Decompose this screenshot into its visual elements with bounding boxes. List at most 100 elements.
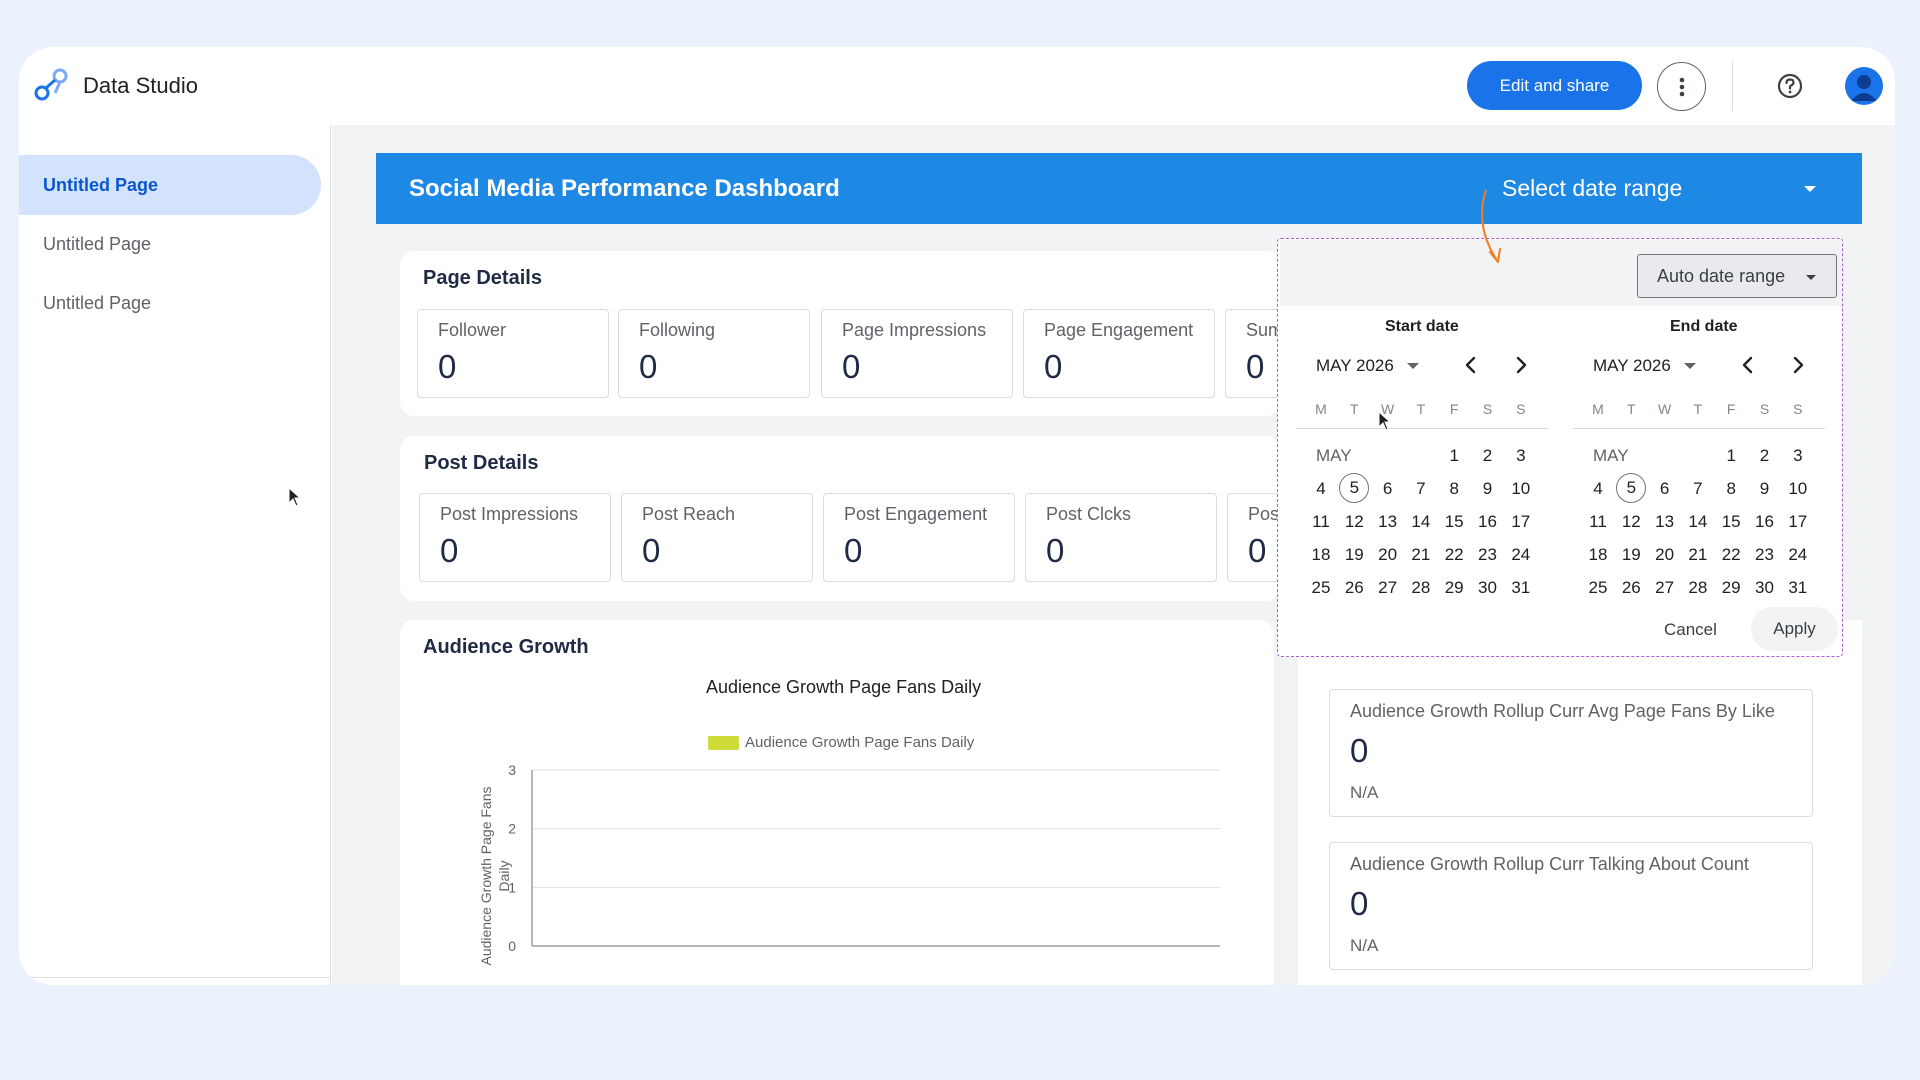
calendar-day[interactable]: 17 [1783,512,1813,532]
toolbar-divider [1732,61,1733,111]
calendar-day[interactable]: 19 [1616,545,1646,565]
start-month-caret-icon[interactable] [1407,363,1419,369]
cancel-button[interactable]: Cancel [1664,620,1717,640]
calendar-day[interactable]: 2 [1473,446,1503,466]
card-label: Sum [1246,320,1280,340]
calendar-day[interactable]: 25 [1583,578,1613,598]
calendar-divider [1296,428,1548,429]
start-prev-month-icon[interactable] [1460,354,1482,376]
end-month-caret-icon[interactable] [1684,363,1696,369]
calendar-day[interactable]: 3 [1506,446,1536,466]
calendar-day[interactable]: 16 [1750,512,1780,532]
calendar-day[interactable]: 24 [1506,545,1536,565]
card-value: 0 [1046,532,1065,569]
day-of-week-label: S [1516,401,1526,417]
calendar-day[interactable]: 12 [1339,512,1369,532]
page-details-panel: Page Details Follower 0 Following 0 Page… [400,251,1280,416]
calendar-day[interactable]: 23 [1473,545,1503,565]
calendar-day[interactable]: 7 [1683,479,1713,499]
calendar-day[interactable]: 4 [1306,479,1336,499]
sidebar-divider [19,977,331,978]
metric-comparison: N/A [1350,936,1379,955]
y-tick-label: 2 [508,821,516,837]
calendar-day[interactable]: 26 [1616,578,1646,598]
card-post-engagement: Post Engagement 0 [823,493,1015,582]
calendar-day[interactable]: 27 [1650,578,1680,598]
calendar-day[interactable]: 28 [1683,578,1713,598]
calendar-day[interactable]: 22 [1439,545,1469,565]
account-avatar[interactable] [1845,67,1883,105]
calendar-day[interactable]: 14 [1683,512,1713,532]
calendar-day[interactable]: 10 [1783,479,1813,499]
calendar-day[interactable]: 31 [1783,578,1813,598]
start-next-month-icon[interactable] [1510,354,1532,376]
calendar-day[interactable]: 26 [1339,578,1369,598]
calendar-day[interactable]: 15 [1716,512,1746,532]
calendar-day[interactable]: 8 [1439,479,1469,499]
sidebar-item-page-3[interactable]: Untitled Page [19,273,321,333]
calendar-day[interactable]: 2 [1750,446,1780,466]
page-sidebar: Untitled Page Untitled Page Untitled Pag… [19,125,331,985]
dropdown-caret-icon [1806,275,1816,280]
calendar-day[interactable]: 27 [1373,578,1403,598]
day-of-week-label: T [1416,401,1426,417]
calendar-day[interactable]: 8 [1716,479,1746,499]
calendar-day[interactable]: 20 [1373,545,1403,565]
calendar-day[interactable]: 9 [1750,479,1780,499]
calendar-day[interactable]: 30 [1473,578,1503,598]
calendar-day[interactable]: 22 [1716,545,1746,565]
calendar-day[interactable]: 16 [1473,512,1503,532]
calendar-day[interactable]: 21 [1683,545,1713,565]
end-prev-month-icon[interactable] [1737,354,1759,376]
end-next-month-icon[interactable] [1787,354,1809,376]
audience-growth-title: Audience Growth [423,636,589,658]
calendar-day[interactable]: 13 [1650,512,1680,532]
calendar-day[interactable]: 25 [1306,578,1336,598]
card-label: Following [639,320,716,340]
sidebar-item-page-2[interactable]: Untitled Page [19,214,321,274]
sidebar-item-page-1[interactable]: Untitled Page [19,155,321,215]
calendar-day[interactable]: 3 [1783,446,1813,466]
calendar-day[interactable]: 14 [1406,512,1436,532]
auto-date-range-dropdown[interactable]: Auto date range [1637,254,1837,298]
calendar-day[interactable]: 31 [1506,578,1536,598]
calendar-day[interactable]: 21 [1406,545,1436,565]
calendar-day[interactable]: 11 [1583,512,1613,532]
calendar-day[interactable]: 7 [1406,479,1436,499]
calendar-day[interactable]: 29 [1716,578,1746,598]
calendar-day[interactable]: 28 [1406,578,1436,598]
calendar-day[interactable]: 12 [1616,512,1646,532]
calendar-day[interactable]: 6 [1650,479,1680,499]
calendar-day[interactable]: 19 [1339,545,1369,565]
calendar-day[interactable]: 4 [1583,479,1613,499]
calendar-day[interactable]: 20 [1650,545,1680,565]
calendar-day[interactable]: 13 [1373,512,1403,532]
calendar-day[interactable]: 17 [1506,512,1536,532]
calendar-day[interactable]: 10 [1506,479,1536,499]
calendar-day[interactable]: 24 [1783,545,1813,565]
calendar-day[interactable]: 15 [1439,512,1469,532]
more-options-button[interactable] [1657,62,1706,111]
calendar-day[interactable]: 18 [1306,545,1336,565]
date-range-control[interactable]: Select date range [1502,175,1682,202]
calendar-day[interactable]: 23 [1750,545,1780,565]
help-button[interactable] [1773,69,1807,103]
calendar-day[interactable]: 11 [1306,512,1336,532]
start-date-header: Start date [1385,318,1459,335]
end-month-select[interactable]: MAY 2026 [1593,356,1671,376]
calendar-day[interactable]: 18 [1583,545,1613,565]
calendar-day[interactable]: 29 [1439,578,1469,598]
calendar-day[interactable]: 1 [1716,446,1746,466]
card-post-impressions: Post Impressions 0 [419,493,611,582]
edit-and-share-button[interactable]: Edit and share [1467,61,1642,110]
auto-date-range-label: Auto date range [1657,265,1786,286]
calendar-day[interactable]: 1 [1439,446,1469,466]
date-range-caret-icon[interactable] [1804,186,1816,192]
calendar-day[interactable]: 30 [1750,578,1780,598]
calendar-day[interactable]: 6 [1373,479,1403,499]
day-of-week-label: M [1592,401,1604,417]
start-month-select[interactable]: MAY 2026 [1316,356,1394,376]
apply-button[interactable]: Apply [1751,607,1838,651]
calendar-day[interactable]: 9 [1473,479,1503,499]
card-label: Pos [1248,504,1280,524]
